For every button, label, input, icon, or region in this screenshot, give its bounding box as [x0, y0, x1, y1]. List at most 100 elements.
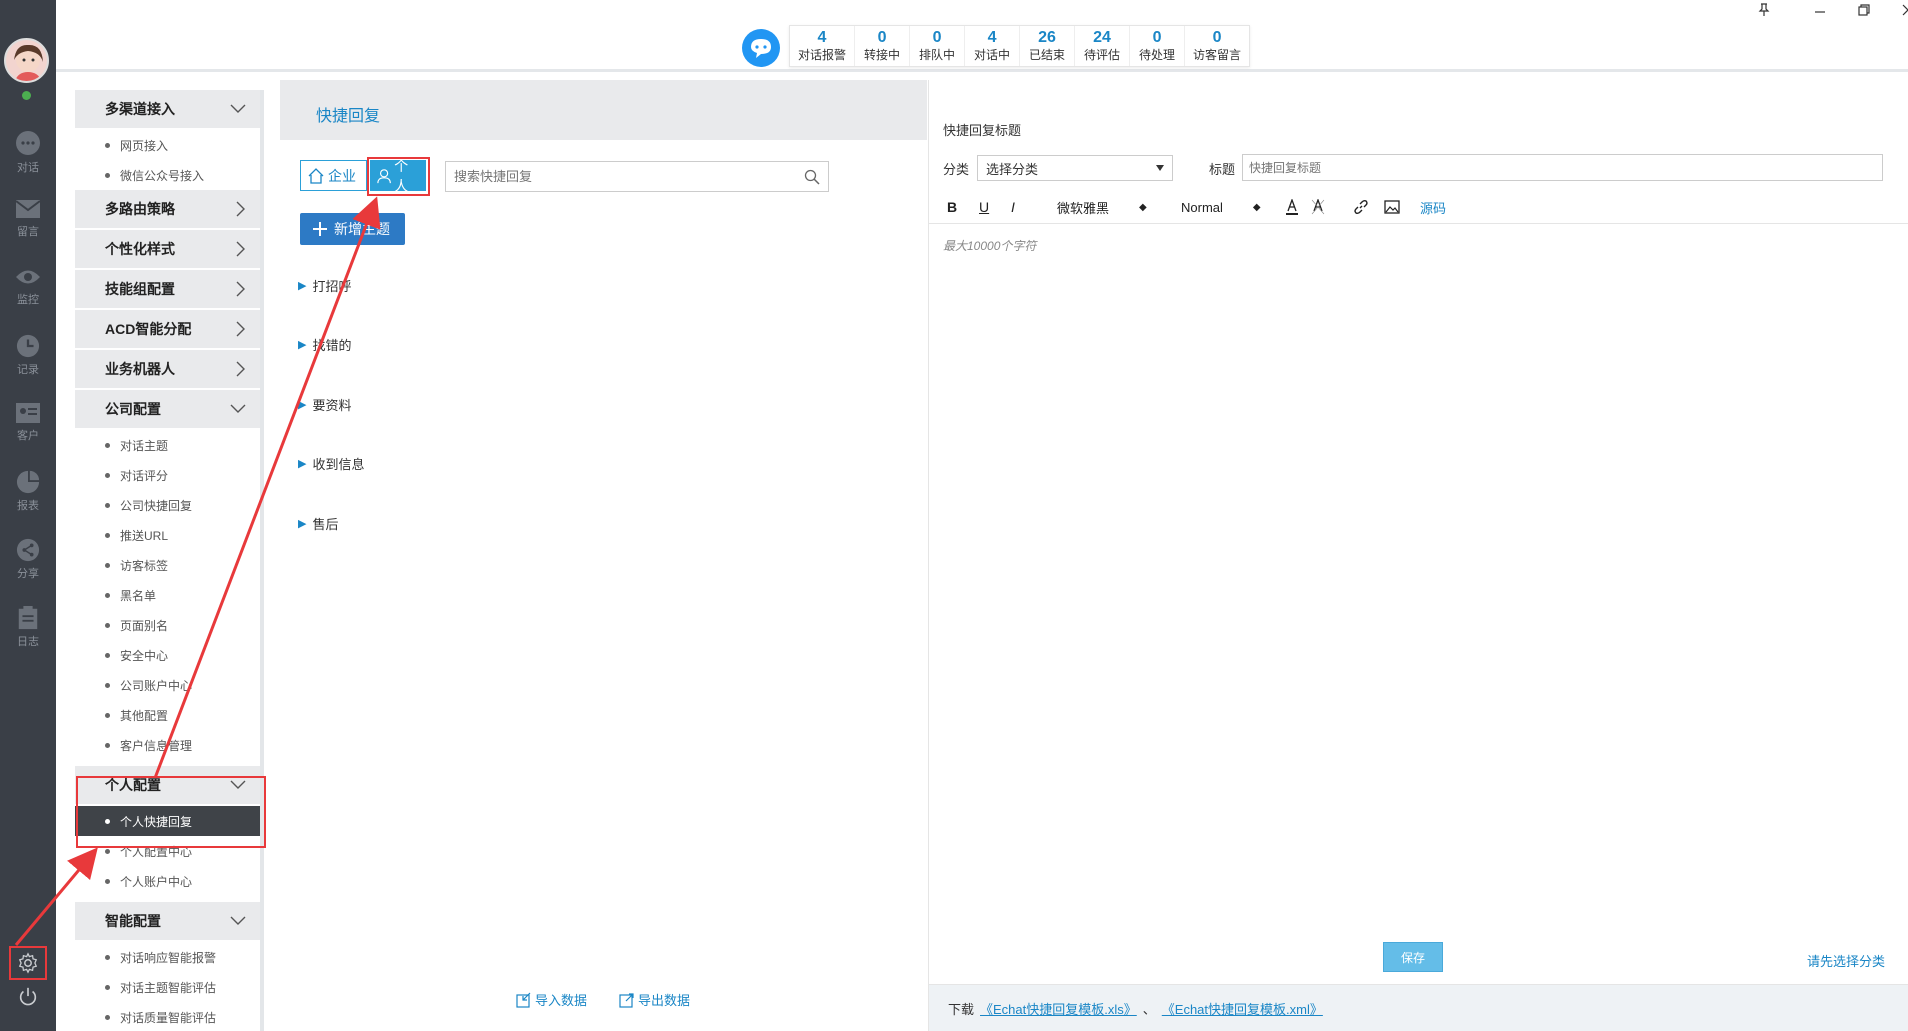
menu-group-skill[interactable]: 技能组配置 — [75, 270, 260, 310]
topic-item[interactable]: ▶ 收到信息 — [298, 454, 364, 473]
restore-icon — [1858, 4, 1870, 16]
download-xml-link[interactable]: 《Echat快捷回复模板.xml》 — [1162, 999, 1323, 1018]
menu-item-personal-account[interactable]: 个人账户中心 — [75, 866, 260, 896]
topic-label: 打招呼 — [312, 279, 352, 294]
menu-item-smart-quality[interactable]: 对话质量智能评估 — [75, 1002, 260, 1031]
link-button[interactable] — [1353, 198, 1369, 216]
title-field[interactable] — [1242, 154, 1883, 181]
menu-item-smart-alarm[interactable]: 对话响应智能报警 — [75, 942, 260, 972]
stats-bar: 4 对话报警 0 转接中 0 排队中 4 对话中 26 已结束 24 待评估 0 待处理 0 访… — [789, 25, 1251, 67]
menu-item-other-config[interactable]: 其他配置 — [75, 700, 260, 730]
nav-message[interactable]: 留言 — [0, 198, 56, 258]
stat-pending[interactable]: 0 待处理 — [1130, 26, 1186, 66]
nav-records[interactable]: 记录 — [0, 334, 56, 394]
stat-number: 0 — [1212, 29, 1222, 46]
menu-group-acd[interactable]: ACD智能分配 — [75, 310, 260, 350]
title-input[interactable] — [1249, 160, 1876, 175]
underline-button[interactable]: U — [979, 198, 989, 216]
chevron-right-icon — [236, 281, 245, 297]
stat-ended[interactable]: 26 已结束 — [1020, 26, 1076, 66]
close-button[interactable] — [1888, 0, 1908, 20]
category-warning: 请先选择分类 — [1807, 954, 1886, 969]
menu-group-smart[interactable]: 智能配置 — [75, 902, 260, 942]
stat-transferring[interactable]: 0 转接中 — [855, 26, 911, 66]
pin-button[interactable] — [1744, 0, 1784, 20]
bg-color-button[interactable] — [1311, 198, 1325, 216]
stat-queueing[interactable]: 0 排队中 — [910, 26, 966, 66]
category-select[interactable]: 选择分类 — [977, 155, 1173, 181]
menu-item-company-quick-reply[interactable]: 公司快捷回复 — [75, 490, 260, 520]
menu-item-customer-info[interactable]: 客户信息管理 — [75, 730, 260, 760]
add-topic-button[interactable]: 新增主题 — [300, 213, 405, 245]
menu-group-multichannel[interactable]: 多渠道接入 — [75, 90, 260, 130]
editor-toolbar: B U I 微软雅黑 ◆ Normal ◆ 源码 — [929, 190, 1908, 224]
topic-item[interactable]: ▶ 要资料 — [298, 395, 351, 414]
stat-number: 26 — [1038, 29, 1056, 46]
top-bar: 4 对话报警 0 转接中 0 排队中 4 对话中 26 已结束 24 待评估 0 待处理 0 访… — [56, 0, 1908, 72]
export-button[interactable]: 导出数据 — [619, 990, 690, 1009]
menu-group-label: 多路由策略 — [105, 201, 175, 217]
source-button[interactable]: 源码 — [1420, 198, 1446, 216]
menu-item-rating[interactable]: 对话评分 — [75, 460, 260, 490]
menu-item-smart-topic[interactable]: 对话主题智能评估 — [75, 972, 260, 1002]
menu-group-style[interactable]: 个性化样式 — [75, 230, 260, 270]
style-select[interactable]: Normal ◆ — [1181, 198, 1261, 216]
avatar[interactable] — [4, 38, 49, 83]
menu-item-label: 对话评分 — [120, 468, 169, 483]
minimize-button[interactable] — [1800, 0, 1840, 20]
tab-enterprise[interactable]: 企业 — [300, 160, 367, 191]
power-button[interactable] — [9, 980, 47, 1014]
menu-item-topic[interactable]: 对话主题 — [75, 430, 260, 460]
stat-visitor-message[interactable]: 0 访客留言 — [1185, 26, 1249, 66]
nav-chat[interactable]: 对话 — [0, 130, 56, 190]
save-button[interactable]: 保存 — [1383, 942, 1443, 972]
italic-button[interactable]: I — [1011, 198, 1015, 216]
font-select[interactable]: 微软雅黑 ◆ — [1057, 198, 1147, 216]
chevron-right-icon — [236, 201, 245, 217]
menu-item-wechat-access[interactable]: 微信公众号接入 — [75, 160, 260, 190]
download-xls-link[interactable]: 《Echat快捷回复模板.xls》 — [980, 999, 1137, 1018]
editor-area[interactable]: 最大10000个字符 — [929, 225, 1908, 937]
restore-button[interactable] — [1844, 0, 1884, 20]
menu-item-web-access[interactable]: 网页接入 — [75, 130, 260, 160]
menu-item-page-alias[interactable]: 页面别名 — [75, 610, 260, 640]
nav-logs[interactable]: 日志 — [0, 606, 56, 666]
text-color-button[interactable] — [1285, 198, 1299, 216]
stat-chatting[interactable]: 4 对话中 — [965, 26, 1021, 66]
minimize-icon — [1815, 11, 1825, 13]
search-input[interactable] — [454, 169, 804, 184]
settings-button[interactable] — [9, 946, 47, 980]
image-button[interactable] — [1384, 198, 1400, 216]
stat-to-evaluate[interactable]: 24 待评估 — [1075, 26, 1131, 66]
menu-group-company[interactable]: 公司配置 — [75, 390, 260, 430]
menu-item-blacklist[interactable]: 黑名单 — [75, 580, 260, 610]
menu-item-label: 微信公众号接入 — [120, 168, 205, 183]
topic-item[interactable]: ▶ 找错的 — [298, 335, 351, 354]
search-field[interactable] — [445, 161, 829, 192]
menu-item-push-url[interactable]: 推送URL — [75, 520, 260, 550]
nav-share[interactable]: 分享 — [0, 538, 56, 598]
menu-group-routing[interactable]: 多路由策略 — [75, 190, 260, 230]
menu-item-company-account[interactable]: 公司账户中心 — [75, 670, 260, 700]
topic-item[interactable]: ▶ 售后 — [298, 514, 338, 533]
menu-item-label: 客户信息管理 — [120, 738, 193, 753]
nav-reports[interactable]: 报表 — [0, 470, 56, 530]
chevron-right-icon — [236, 321, 245, 337]
menu-item-security[interactable]: 安全中心 — [75, 640, 260, 670]
nav-label: 对话 — [17, 162, 39, 174]
nav-monitor[interactable]: 监控 — [0, 266, 56, 326]
menu-group-robot[interactable]: 业务机器人 — [75, 350, 260, 390]
chevron-down-icon — [230, 916, 246, 925]
menu-item-label: 个人账户中心 — [120, 874, 193, 889]
nav-customers[interactable]: 客户 — [0, 402, 56, 462]
updown-icon: ◆ — [1139, 201, 1147, 213]
stat-alarm[interactable]: 4 对话报警 — [790, 26, 856, 66]
search-icon[interactable] — [804, 169, 820, 185]
add-topic-label: 新增主题 — [334, 221, 390, 237]
topic-label: 收到信息 — [312, 457, 365, 472]
topic-item[interactable]: ▶ 打招呼 — [298, 276, 351, 295]
menu-item-visitor-tags[interactable]: 访客标签 — [75, 550, 260, 580]
bold-button[interactable]: B — [947, 198, 957, 216]
import-button[interactable]: 导入数据 — [516, 990, 587, 1009]
export-icon — [619, 992, 634, 1008]
